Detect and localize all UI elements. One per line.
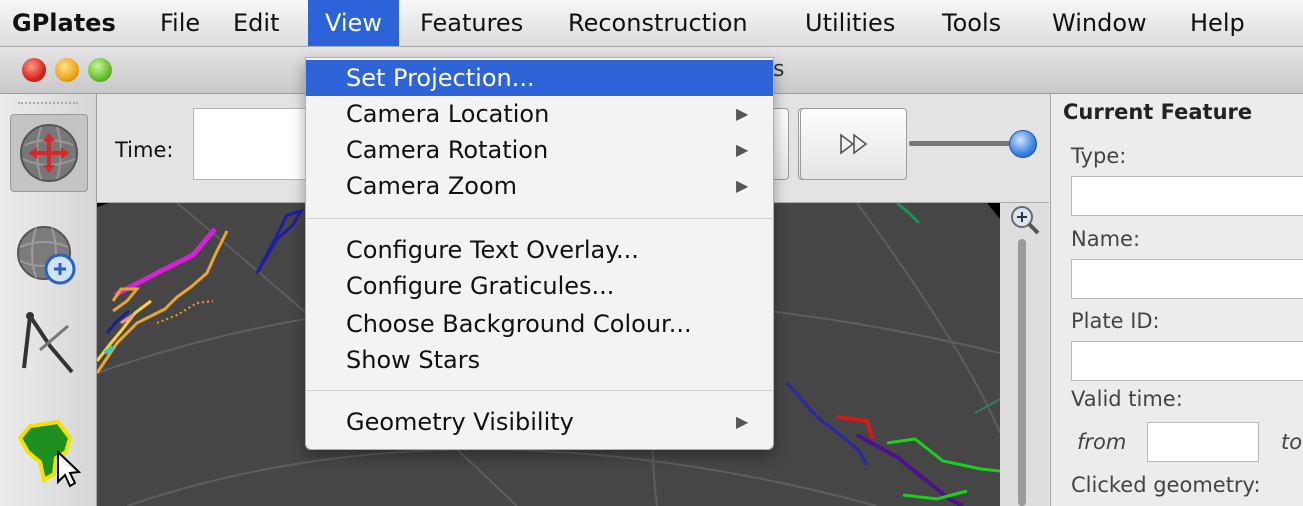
menu-item-label: Camera Rotation <box>346 136 549 164</box>
submenu-arrow-icon: ▶ <box>736 412 749 431</box>
to-label: to <box>1281 430 1303 454</box>
menu-item-set-projection[interactable]: Set Projection... <box>306 60 773 96</box>
drag-globe-icon <box>20 124 78 182</box>
menu-edit[interactable]: Edit <box>233 0 279 46</box>
menu-item-label: Show Stars <box>346 346 481 374</box>
zoom-window-button[interactable] <box>88 58 112 82</box>
menu-bar: GPlates File Edit View Features Reconstr… <box>0 0 1303 47</box>
minimize-window-button[interactable] <box>55 58 79 82</box>
plate-id-label: Plate ID: <box>1071 309 1160 333</box>
time-label: Time: <box>115 138 174 162</box>
valid-time-label: Valid time: <box>1071 387 1183 411</box>
menu-item-label: Configure Graticules... <box>346 272 615 300</box>
menu-item-label: Geometry Visibility <box>346 408 574 436</box>
animation-slider-thumb[interactable] <box>1009 130 1037 158</box>
menu-separator <box>306 390 773 391</box>
zoom-globe-tool[interactable] <box>10 219 86 295</box>
from-label: from <box>1077 430 1127 454</box>
close-window-button[interactable] <box>22 58 46 82</box>
current-feature-heading: Current Feature <box>1063 100 1253 124</box>
menu-item-show-stars[interactable]: Show Stars <box>306 342 773 378</box>
choose-feature-icon <box>17 419 82 488</box>
menu-item-camera-rotation[interactable]: Camera Rotation ▶ <box>306 132 773 168</box>
measure-compass-icon <box>22 312 74 374</box>
menu-features[interactable]: Features <box>420 0 523 46</box>
measure-distance-tool[interactable] <box>10 306 86 382</box>
app-menu[interactable]: GPlates <box>12 0 116 46</box>
menu-item-label: Camera Zoom <box>346 172 517 200</box>
view-menu-dropdown: Set Projection... Camera Location ▶ Came… <box>305 57 774 450</box>
menu-window[interactable]: Window <box>1052 0 1147 46</box>
menu-item-configure-graticules[interactable]: Configure Graticules... <box>306 268 773 304</box>
name-field[interactable] <box>1071 259 1303 299</box>
type-label: Type: <box>1071 144 1127 168</box>
valid-time-from-field[interactable] <box>1147 422 1259 462</box>
submenu-arrow-icon: ▶ <box>736 140 749 159</box>
window-title: s <box>773 57 785 82</box>
menu-utilities[interactable]: Utilities <box>805 0 895 46</box>
menu-reconstruction[interactable]: Reconstruction <box>568 0 748 46</box>
submenu-arrow-icon: ▶ <box>736 176 749 195</box>
menu-tools[interactable]: Tools <box>942 0 1001 46</box>
fast-forward-icon <box>840 133 868 155</box>
name-label: Name: <box>1071 227 1141 251</box>
playback-button[interactable] <box>800 108 907 180</box>
menu-file[interactable]: File <box>160 0 200 46</box>
menu-item-camera-location[interactable]: Camera Location ▶ <box>306 96 773 132</box>
menu-help[interactable]: Help <box>1190 0 1245 46</box>
type-field[interactable] <box>1071 176 1303 216</box>
palette-grip[interactable] <box>18 102 78 110</box>
menu-item-camera-zoom[interactable]: Camera Zoom ▶ <box>306 168 773 204</box>
submenu-arrow-icon: ▶ <box>736 104 749 123</box>
drag-globe-tool[interactable] <box>10 114 88 192</box>
current-feature-panel: Current Feature Type: Name: Plate ID: Va… <box>1050 94 1303 506</box>
menu-item-configure-text-overlay[interactable]: Configure Text Overlay... <box>306 232 773 268</box>
choose-feature-tool[interactable] <box>10 412 86 488</box>
animation-slider-track[interactable] <box>909 141 1021 146</box>
menu-item-geometry-visibility[interactable]: Geometry Visibility ▶ <box>306 404 773 440</box>
clicked-geometry-label: Clicked geometry: <box>1071 473 1261 497</box>
menu-separator <box>306 218 773 219</box>
zoom-slider <box>1000 203 1049 506</box>
tool-palette <box>0 94 97 506</box>
menu-item-label: Set Projection... <box>346 64 535 92</box>
zoom-slider-track[interactable] <box>1018 239 1026 506</box>
menu-item-label: Choose Background Colour... <box>346 310 692 338</box>
menu-item-label: Configure Text Overlay... <box>346 236 639 264</box>
plate-id-field[interactable] <box>1071 341 1303 381</box>
zoom-globe-icon <box>17 226 76 285</box>
menu-view[interactable]: View <box>308 0 399 46</box>
menu-item-label: Camera Location <box>346 100 550 128</box>
menu-item-choose-background-colour[interactable]: Choose Background Colour... <box>306 306 773 342</box>
